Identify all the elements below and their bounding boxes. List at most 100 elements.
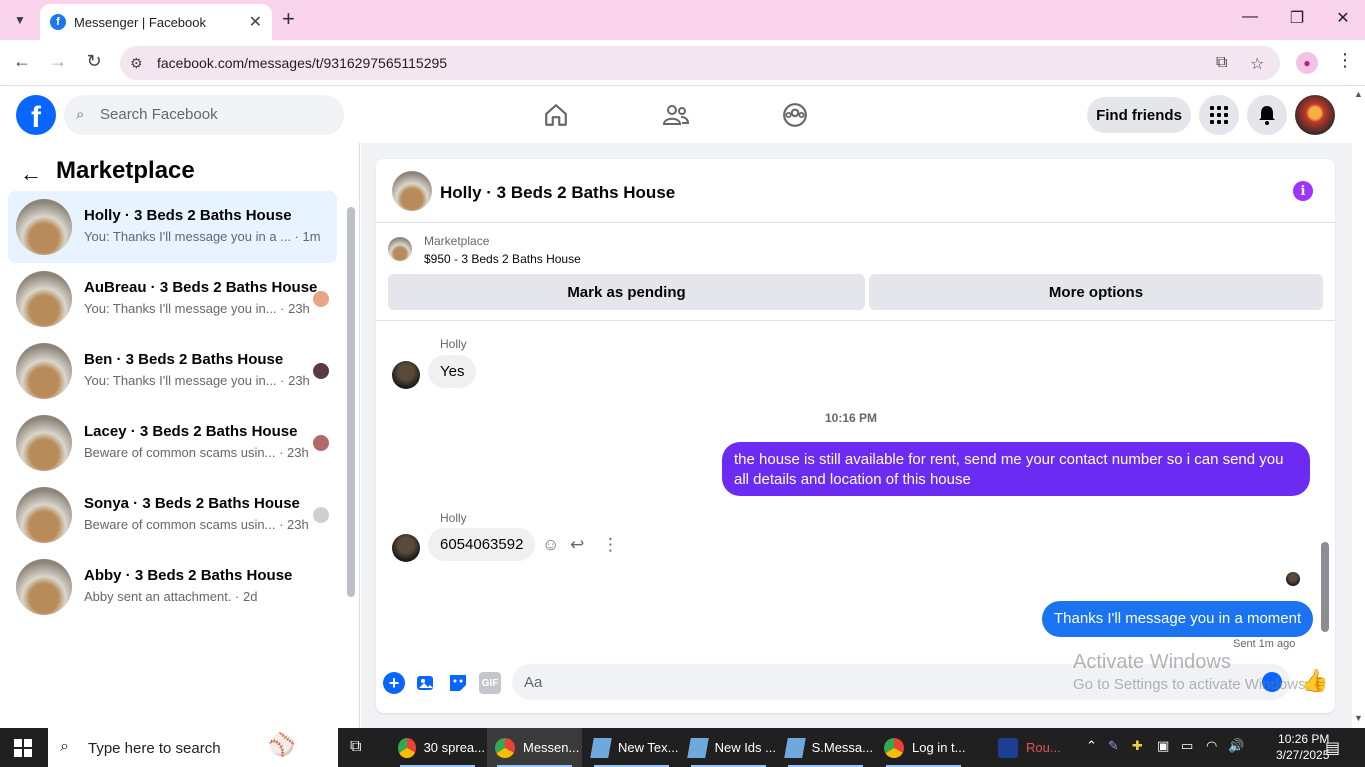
thread-list-scrollbar[interactable] bbox=[347, 197, 355, 597]
scrollbar-thumb[interactable] bbox=[347, 207, 355, 597]
seen-avatar bbox=[313, 507, 329, 523]
chat-window: Holly · 3 Beds 2 Baths House i Marketpla… bbox=[376, 159, 1335, 713]
scroll-up-icon[interactable]: ▲ bbox=[1354, 89, 1363, 99]
more-options-button[interactable]: More options bbox=[869, 274, 1323, 310]
thread-name: AuBreau · 3 Beds 2 Baths House bbox=[84, 279, 318, 296]
thread-item-ben[interactable]: Ben · 3 Beds 2 Baths House You: Thanks I… bbox=[8, 335, 337, 407]
thread-item-lacey[interactable]: Lacey · 3 Beds 2 Baths House Beware of c… bbox=[8, 407, 337, 479]
browser-menu-icon[interactable]: ⋮ bbox=[1336, 50, 1354, 71]
mark-as-pending-button[interactable]: Mark as pending bbox=[388, 274, 865, 310]
find-friends-button[interactable]: Find friends bbox=[1087, 97, 1191, 133]
taskbar-item-chrome[interactable]: 30 sprea... bbox=[390, 728, 485, 767]
photo-icon[interactable] bbox=[415, 672, 437, 694]
listing-thumbnail bbox=[16, 199, 72, 255]
notepad-icon bbox=[687, 737, 709, 758]
listing-thumbnail bbox=[16, 487, 72, 543]
tray-meet-icon[interactable]: ▣ bbox=[1157, 738, 1169, 754]
browser-tab-bar: ▼ f Messenger | Facebook ✕ + — ❐ ✕ bbox=[0, 0, 1365, 40]
account-avatar[interactable] bbox=[1295, 95, 1335, 135]
listing-thumbnail-small[interactable] bbox=[388, 237, 412, 261]
taskbar-item-notepad-2[interactable]: New Ids ... bbox=[681, 728, 776, 767]
tab-close-icon[interactable]: ✕ bbox=[249, 12, 262, 32]
forward-arrow-icon[interactable]: → bbox=[46, 51, 70, 72]
facebook-logo-icon[interactable]: f bbox=[16, 95, 56, 135]
chat-scrollbar[interactable] bbox=[1321, 324, 1329, 644]
volume-icon[interactable]: 🔊 bbox=[1228, 738, 1244, 754]
facebook-favicon-icon: f bbox=[50, 14, 66, 30]
react-emoji-icon[interactable]: ☺ bbox=[542, 535, 559, 555]
tray-app-icon[interactable]: ✚ bbox=[1132, 738, 1143, 754]
tab-list-chevron-icon[interactable]: ▼ bbox=[8, 8, 32, 32]
thread-item-abby[interactable]: Abby · 3 Beds 2 Baths House Abby sent an… bbox=[8, 551, 337, 623]
menu-grid-icon[interactable] bbox=[1199, 95, 1239, 135]
chat-title[interactable]: Holly · 3 Beds 2 Baths House bbox=[440, 183, 675, 203]
scrollbar-thumb[interactable] bbox=[1321, 542, 1329, 632]
facebook-search-input[interactable]: ⌕ Search Facebook bbox=[64, 95, 344, 135]
seen-avatar bbox=[313, 363, 329, 379]
taskbar-item-game[interactable]: Rou... bbox=[990, 728, 1072, 767]
listing-thumbnail[interactable] bbox=[392, 171, 432, 211]
bookmark-star-icon[interactable]: ☆ bbox=[1250, 54, 1264, 74]
browser-tab[interactable]: f Messenger | Facebook ✕ bbox=[40, 4, 272, 40]
windows-start-icon[interactable] bbox=[14, 739, 32, 757]
new-tab-plus-icon[interactable]: + bbox=[282, 8, 295, 30]
search-highlight-icon: ⚾ bbox=[268, 732, 296, 757]
listing-price-title[interactable]: $950 - 3 Beds 2 Baths House bbox=[424, 252, 581, 266]
taskbar-item-notepad-1[interactable]: New Tex... bbox=[584, 728, 679, 767]
thread-name: Abby · 3 Beds 2 Baths House bbox=[84, 567, 293, 584]
message-bubble-incoming[interactable]: 6054063592 bbox=[428, 528, 536, 561]
notepad-icon bbox=[784, 737, 806, 758]
close-window-icon[interactable]: ✕ bbox=[1331, 8, 1355, 28]
taskbar-item-messenger[interactable]: Messen... bbox=[487, 728, 582, 767]
groups-icon[interactable] bbox=[780, 101, 810, 129]
back-arrow-icon[interactable]: ← bbox=[20, 161, 42, 187]
thread-item-sonya[interactable]: Sonya · 3 Beds 2 Baths House Beware of c… bbox=[8, 479, 337, 551]
notification-center-icon[interactable]: ▤ bbox=[1325, 738, 1340, 758]
game-icon bbox=[998, 737, 1018, 758]
notifications-bell-icon[interactable] bbox=[1247, 95, 1287, 135]
taskbar-search[interactable]: ⌕ Type here to search ⚾ bbox=[48, 728, 338, 767]
task-view-icon[interactable]: ⧉ bbox=[350, 738, 361, 756]
friends-icon[interactable] bbox=[661, 101, 691, 129]
install-app-icon[interactable]: ⧉ bbox=[1216, 54, 1227, 72]
back-arrow-icon[interactable]: ← bbox=[10, 51, 34, 72]
taskbar-item-label: Rou... bbox=[1026, 740, 1061, 755]
system-clock[interactable]: 10:26 PM 3/27/2025 bbox=[1276, 731, 1329, 763]
taskbar-item-chrome-2[interactable]: Log in t... bbox=[876, 728, 971, 767]
minimize-icon[interactable]: — bbox=[1238, 8, 1262, 26]
battery-icon[interactable]: ▭ bbox=[1181, 738, 1193, 754]
site-info-icon[interactable]: ⚙ bbox=[130, 55, 143, 72]
browser-profile-icon[interactable]: ● bbox=[1296, 52, 1318, 74]
message-placeholder: Aa bbox=[524, 674, 543, 691]
scroll-down-icon[interactable]: ▼ bbox=[1354, 713, 1363, 723]
info-icon[interactable]: i bbox=[1293, 181, 1313, 201]
thread-item-aubreau[interactable]: AuBreau · 3 Beds 2 Baths House You: Than… bbox=[8, 263, 337, 335]
message-bubble-outgoing[interactable]: the house is still available for rent, s… bbox=[722, 442, 1310, 496]
url-text[interactable]: facebook.com/messages/t/9316297565115295 bbox=[157, 55, 447, 71]
restore-icon[interactable]: ❐ bbox=[1285, 8, 1309, 28]
taskbar-item-notepad-3[interactable]: S.Messa... bbox=[778, 728, 873, 767]
tray-overflow-chevron-icon[interactable]: ⌃ bbox=[1086, 738, 1097, 754]
notepad-icon bbox=[590, 737, 612, 758]
marketplace-thread-list: ← Marketplace Holly · 3 Beds 2 Baths Hou… bbox=[0, 143, 360, 728]
reply-icon[interactable]: ↩ bbox=[570, 535, 584, 555]
home-icon[interactable] bbox=[541, 101, 571, 129]
windows-taskbar: ⌕ Type here to search ⚾ ⧉ 30 sprea... Me… bbox=[0, 728, 1365, 767]
thread-item-holly[interactable]: Holly · 3 Beds 2 Baths House You: Thanks… bbox=[8, 191, 337, 263]
message-bubble-incoming[interactable]: Yes bbox=[428, 355, 477, 388]
omnibox[interactable]: ⚙ facebook.com/messages/t/93162975651152… bbox=[120, 46, 1280, 80]
taskbar-item-label: Log in t... bbox=[912, 740, 966, 755]
sticker-icon[interactable] bbox=[447, 672, 469, 694]
wifi-icon[interactable]: ◠ bbox=[1206, 738, 1217, 754]
tray-pen-icon[interactable]: ✎ bbox=[1108, 738, 1119, 754]
reload-icon[interactable]: ↻ bbox=[82, 51, 106, 72]
page-scrollbar[interactable]: ▲ ▼ bbox=[1352, 87, 1365, 728]
thread-snippet: Beware of common scams usin... · 23h bbox=[84, 517, 309, 532]
clock-date: 3/27/2025 bbox=[1276, 748, 1330, 762]
message-bubble-outgoing[interactable]: Thanks I'll message you in a moment bbox=[1042, 601, 1314, 637]
more-actions-plus-icon[interactable]: + bbox=[383, 672, 405, 694]
holly-avatar[interactable] bbox=[392, 361, 420, 389]
gif-icon[interactable]: GIF bbox=[479, 672, 501, 694]
holly-avatar[interactable] bbox=[392, 534, 420, 562]
more-actions-icon[interactable]: ⋮ bbox=[602, 535, 619, 555]
